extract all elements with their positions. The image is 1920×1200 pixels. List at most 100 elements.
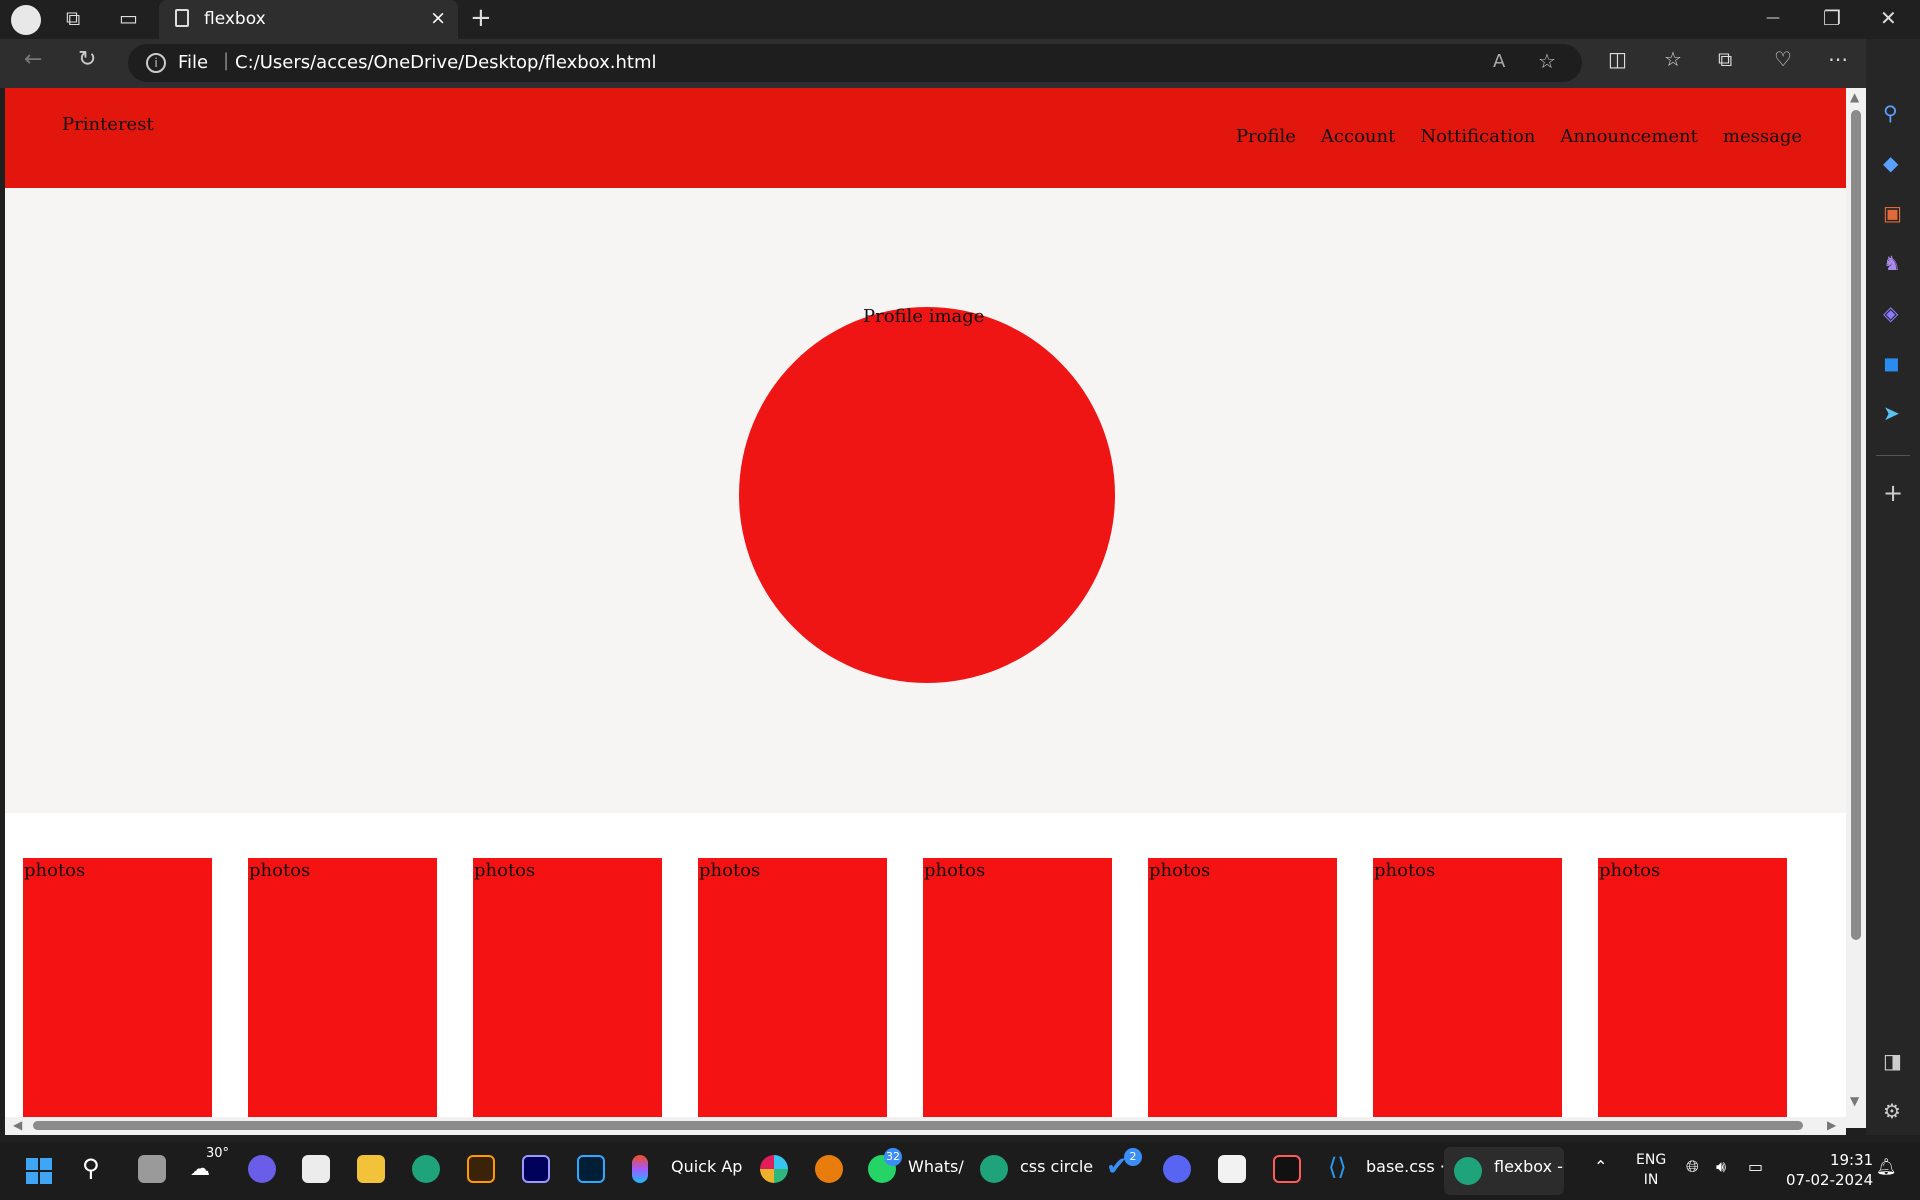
tab-flexbox[interactable]: flexbox × (159, 0, 458, 39)
weather-temp: 30° (206, 1146, 230, 1161)
nav-notification[interactable]: Nottification (1420, 126, 1535, 147)
search-icon[interactable]: ⚲ (82, 1154, 100, 1182)
minimize-button[interactable]: — (1766, 10, 1780, 26)
address-bar[interactable]: i File | C:/Users/acces/OneDrive/Desktop… (128, 44, 1582, 82)
nav-links: Profile Account Nottification Announceme… (1236, 126, 1802, 147)
favorites-icon[interactable]: ☆ (1664, 47, 1682, 71)
blender-icon[interactable] (815, 1155, 843, 1183)
vertical-scroll-thumb[interactable] (1851, 110, 1861, 940)
after-effects-icon[interactable] (522, 1155, 550, 1183)
address-toolbar: ← ↻ i File | C:/Users/acces/OneDrive/Des… (0, 39, 1920, 88)
task-view-icon[interactable] (138, 1155, 166, 1183)
profile-section: Profile image (5, 188, 1846, 813)
start-button[interactable] (26, 1158, 52, 1184)
collections-icon[interactable]: ⧉ (1718, 47, 1732, 71)
battery-icon[interactable]: ▭ (1748, 1157, 1763, 1176)
notification-bell-icon[interactable]: 🔔︎ (1876, 1157, 1896, 1176)
brand-logo[interactable]: Printerest (62, 114, 154, 135)
volume-icon[interactable]: 🔊︎ (1716, 1157, 1726, 1177)
send-icon[interactable]: ➤ (1883, 401, 1900, 425)
nav-account[interactable]: Account (1321, 126, 1395, 147)
read-aloud-icon[interactable]: A (1493, 51, 1505, 72)
taskbar-app-css-circle[interactable]: css circle (1020, 1157, 1093, 1176)
health-icon[interactable]: ♡ (1774, 47, 1792, 71)
photo-card: photos (1373, 858, 1562, 1120)
office-icon[interactable]: ◈ (1883, 301, 1898, 325)
taskbar: ⚲ ☁ 30° Quick Ap 32 Whats/ css circle ✔ … (0, 1142, 1920, 1200)
photo-card: photos (473, 858, 662, 1120)
arc-icon[interactable] (1273, 1155, 1301, 1183)
horizontal-scrollbar[interactable]: ◀ ▶ (5, 1117, 1846, 1135)
edge-icon[interactable] (980, 1155, 1008, 1183)
favorite-icon[interactable]: ☆ (1538, 49, 1556, 73)
vertical-scrollbar[interactable]: ▲ ▼ (1846, 88, 1866, 1128)
page-viewport: Printerest Profile Account Nottification… (5, 88, 1846, 1128)
capcut-icon[interactable] (1218, 1155, 1246, 1183)
profile-avatar-icon[interactable] (11, 5, 41, 35)
address-separator: | (223, 50, 230, 71)
back-icon[interactable]: ← (24, 47, 42, 72)
show-hidden-icons[interactable]: ⌃ (1594, 1157, 1607, 1176)
figma-icon[interactable] (632, 1155, 648, 1183)
search-icon[interactable]: ⚲ (1883, 101, 1898, 125)
new-tab-button[interactable]: + (470, 3, 492, 33)
games-icon[interactable]: ♞ (1883, 251, 1901, 275)
horizontal-scroll-thumb[interactable] (33, 1121, 1803, 1130)
tools-icon[interactable]: ▣ (1883, 201, 1902, 225)
url-text[interactable]: C:/Users/acces/OneDrive/Desktop/flexbox.… (235, 52, 657, 73)
clock[interactable]: 19:31 07-02-2024 (1786, 1150, 1873, 1190)
sidebar-toggle-icon[interactable]: ◨ (1883, 1049, 1902, 1073)
photo-card: photos (1598, 858, 1787, 1120)
edge-icon[interactable] (412, 1155, 440, 1183)
todo-badge: 2 (1124, 1148, 1142, 1166)
microsoft-store-icon[interactable] (302, 1155, 330, 1183)
settings-icon[interactable]: ⚙ (1883, 1099, 1901, 1123)
taskbar-app-base-css[interactable]: base.css · (1366, 1157, 1445, 1176)
sidebar-divider (1876, 455, 1910, 456)
scroll-up-arrow-icon[interactable]: ▲ (1850, 90, 1859, 104)
region-code: IN (1643, 1172, 1659, 1188)
split-screen-icon[interactable]: ◫ (1608, 47, 1627, 71)
shopping-icon[interactable]: ◆ (1883, 151, 1898, 175)
photo-card: photos (698, 858, 887, 1120)
vertical-tabs-icon[interactable]: ▭ (119, 6, 138, 30)
close-window-button[interactable]: ✕ (1880, 6, 1897, 30)
taskbar-app-flexbox-active[interactable]: flexbox - (1444, 1147, 1564, 1195)
teams-chat-icon[interactable] (248, 1155, 276, 1183)
page-icon (175, 9, 189, 27)
illustrator-icon[interactable] (467, 1155, 495, 1183)
more-icon[interactable]: ⋯ (1828, 47, 1848, 71)
site-info-icon[interactable]: i (146, 53, 166, 73)
taskbar-app-quick[interactable]: Quick Ap (671, 1157, 742, 1176)
workspaces-icon[interactable]: ⧉ (66, 6, 80, 30)
site-header: Printerest Profile Account Nottification… (5, 88, 1846, 188)
edge-icon (1454, 1157, 1482, 1185)
network-icon[interactable]: 🌐︎ (1686, 1157, 1699, 1177)
tab-title: flexbox (204, 9, 266, 29)
tab-bar: ⧉ ▭ flexbox × + — ❐ ✕ (0, 0, 1920, 39)
nav-message[interactable]: message (1723, 126, 1802, 147)
discord-icon[interactable] (1163, 1155, 1191, 1183)
add-icon[interactable]: + (1883, 479, 1903, 507)
nav-profile[interactable]: Profile (1236, 126, 1296, 147)
photo-row: photos photos photos photos photos photo… (23, 858, 1823, 1128)
scheme-label: File (178, 52, 209, 73)
taskbar-app-whatsapp[interactable]: Whats/ (908, 1157, 964, 1176)
language-code: ENG (1636, 1152, 1667, 1168)
tab-close-button[interactable]: × (430, 7, 446, 29)
clock-date: 07-02-2024 (1786, 1171, 1874, 1189)
scroll-right-arrow-icon[interactable]: ▶ (1827, 1118, 1836, 1132)
outlook-icon[interactable]: ◼ (1883, 351, 1900, 375)
slack-icon[interactable] (760, 1155, 788, 1183)
file-explorer-icon[interactable] (357, 1155, 385, 1183)
photoshop-icon[interactable] (577, 1155, 605, 1183)
scroll-left-arrow-icon[interactable]: ◀ (13, 1118, 22, 1132)
photo-card: photos (1148, 858, 1337, 1120)
refresh-icon[interactable]: ↻ (78, 47, 96, 72)
nav-announcement[interactable]: Announcement (1560, 126, 1698, 147)
profile-image-label: Profile image (863, 306, 985, 327)
language-indicator[interactable]: ENG IN (1636, 1150, 1666, 1190)
vscode-icon[interactable]: ⟨⟩ (1328, 1153, 1347, 1181)
scroll-down-arrow-icon[interactable]: ▼ (1850, 1094, 1859, 1108)
restore-button[interactable]: ❐ (1823, 6, 1841, 30)
